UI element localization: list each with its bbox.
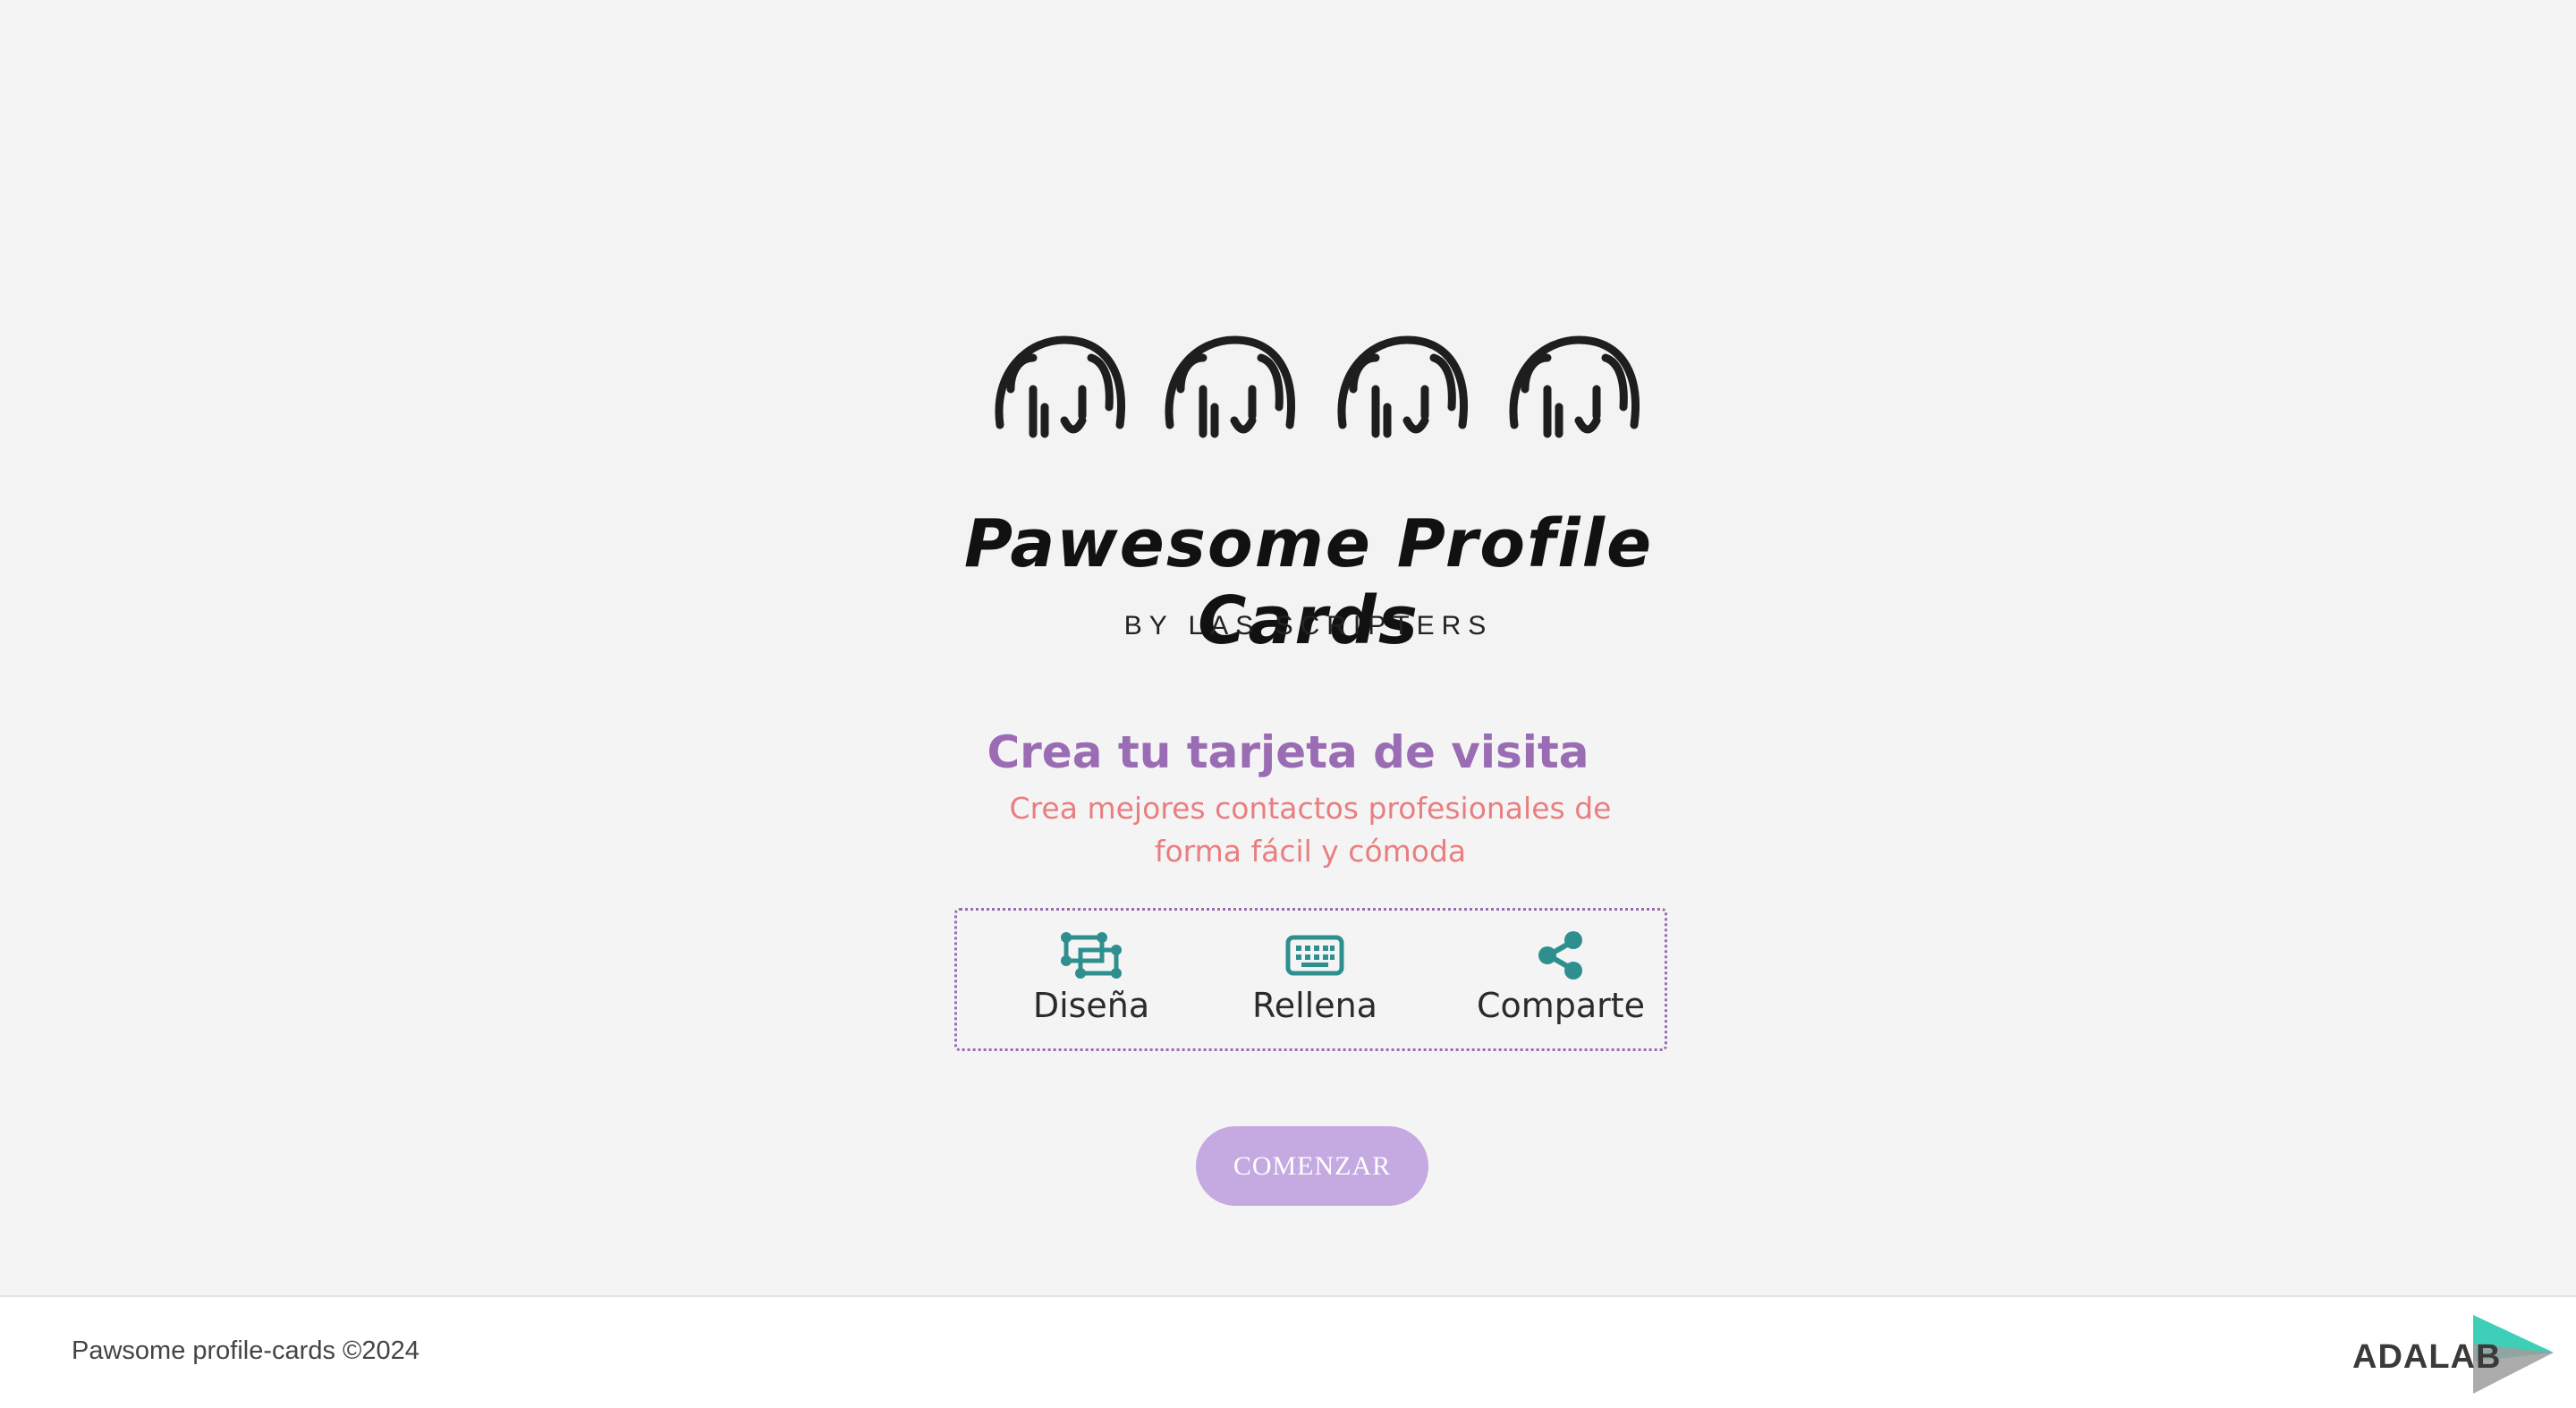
object-group-icon <box>1061 932 1122 979</box>
page-subtitle: Crea mejores contactos profesionales de … <box>1009 791 1612 869</box>
footer-copyright: Pawsome profile-cards ©2024 <box>72 1336 419 1365</box>
adalab-logo[interactable]: ADALAB <box>2352 1315 2554 1395</box>
share-icon <box>1538 931 1582 980</box>
dog-faces-illustration <box>995 335 1640 438</box>
step-share: Comparte <box>1476 930 1646 1025</box>
step-label-share: Comparte <box>1476 986 1646 1025</box>
step-design: Diseña <box>1029 930 1154 1025</box>
start-button[interactable]: COMENZAR <box>1196 1126 1428 1206</box>
steps-panel: Diseña Rellena Comparte <box>954 908 1667 1051</box>
footer: Pawsome profile-cards ©2024 ADALAB <box>0 1295 2576 1408</box>
step-label-fill: Rellena <box>1252 986 1377 1025</box>
logo-subtitle: BY LAS SCRIPTERS <box>1123 611 1494 640</box>
landing-main: Pawesome Profile Cards BY LAS SCRIPTERS … <box>0 0 2576 1295</box>
step-fill: Rellena <box>1248 930 1382 1025</box>
step-label-design: Diseña <box>1032 986 1150 1025</box>
page-title: Crea tu tarjeta de visita <box>987 726 1589 778</box>
keyboard-icon <box>1285 935 1344 976</box>
adalab-wordmark: ADALAB <box>2352 1338 2502 1376</box>
brand-logo: Pawesome Profile Cards BY LAS SCRIPTERS <box>903 237 1714 684</box>
